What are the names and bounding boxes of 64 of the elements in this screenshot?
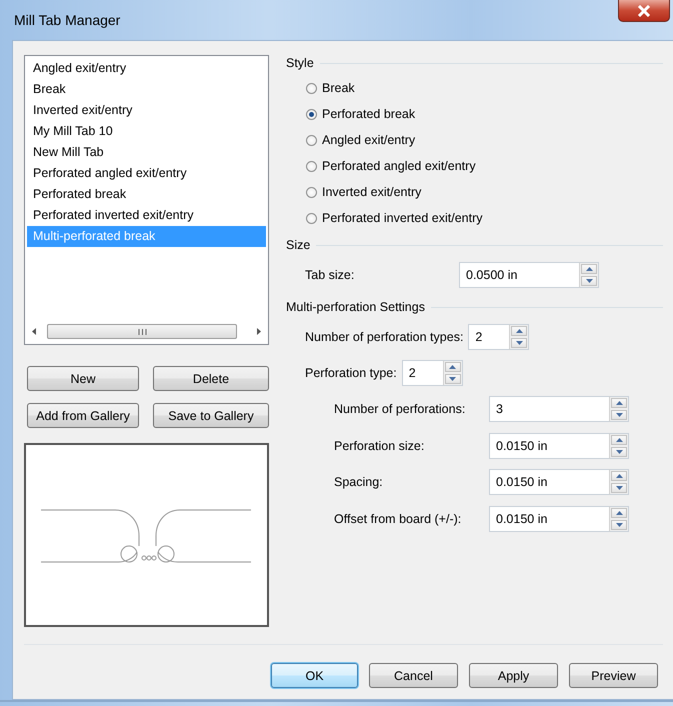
spin-down-icon[interactable] — [616, 522, 622, 527]
radio-icon[interactable] — [306, 82, 317, 94]
group-heading: Size — [286, 238, 310, 252]
spin-down-icon[interactable] — [449, 377, 456, 381]
spin-up-icon[interactable] — [616, 438, 622, 442]
list-button[interactable]: Delete — [153, 366, 269, 391]
radio-icon[interactable] — [306, 212, 317, 224]
close-icon — [637, 4, 651, 16]
window-title: Mill Tab Manager — [14, 12, 120, 28]
spin-field[interactable]: 0.0150 in — [489, 506, 609, 532]
style-option[interactable]: Inverted exit/entry — [306, 179, 663, 205]
style-option[interactable]: Perforated inverted exit/entry — [306, 205, 663, 231]
group-heading: Style — [286, 56, 314, 70]
spin-up-icon[interactable] — [449, 365, 456, 369]
spin-down-icon[interactable] — [616, 486, 622, 490]
field-label: Perforation type: — [305, 366, 397, 380]
style-option[interactable]: Perforated angled exit/entry — [306, 153, 663, 179]
list-item[interactable]: Angled exit/entry — [27, 58, 266, 79]
spin-field[interactable]: 3 — [489, 396, 609, 422]
list-item[interactable]: Inverted exit/entry — [27, 100, 266, 121]
radio-icon[interactable] — [306, 186, 317, 198]
spin-up-icon[interactable] — [616, 474, 622, 478]
list-item[interactable]: New Mill Tab — [27, 142, 266, 163]
field-label: Spacing: — [334, 475, 384, 490]
spin-field[interactable]: 2 — [468, 324, 510, 350]
list-item[interactable]: Break — [27, 79, 266, 100]
style-option[interactable]: Perforated break — [306, 101, 663, 127]
spin-up-icon[interactable] — [516, 329, 523, 333]
field-label: Number of perforations: — [334, 402, 466, 416]
spin-field[interactable]: 0.0150 in — [489, 469, 609, 496]
spin-down-icon[interactable] — [616, 413, 622, 418]
spin-up-icon[interactable] — [586, 267, 592, 271]
list-button[interactable]: New — [27, 366, 139, 391]
field-label: Tab size: — [305, 268, 356, 282]
dialog-button[interactable]: Preview — [569, 663, 658, 688]
style-option[interactable]: Break — [306, 75, 663, 101]
grip-icon — [138, 328, 146, 334]
list-item[interactable]: Perforated angled exit/entry — [27, 163, 266, 184]
radio-icon[interactable] — [306, 108, 317, 120]
dialog-button[interactable]: OK — [271, 663, 358, 688]
close-button[interactable] — [618, 0, 670, 22]
dialog-button[interactable]: Apply — [469, 663, 558, 688]
dialog-button[interactable]: Cancel — [369, 663, 458, 688]
spin-down-icon[interactable] — [616, 450, 622, 454]
radio-icon[interactable] — [306, 160, 317, 172]
list-button[interactable]: Save to Gallery — [153, 403, 269, 428]
scrollbar-thumb[interactable] — [47, 324, 237, 339]
list-item[interactable]: Perforated break — [27, 184, 266, 205]
spin-field[interactable]: 2 — [402, 360, 443, 386]
spin-field[interactable]: 0.0500 in — [459, 262, 579, 288]
style-option[interactable]: Angled exit/entry — [306, 127, 663, 153]
list-item[interactable]: Perforated inverted exit/entry — [27, 205, 266, 226]
spin-field[interactable]: 0.0150 in — [489, 432, 609, 459]
list-item[interactable]: My Mill Tab 10 — [27, 121, 266, 142]
spin-up-icon[interactable] — [616, 510, 622, 515]
spin-down-icon[interactable] — [586, 279, 592, 283]
list-button[interactable]: Add from Gallery — [27, 403, 139, 428]
field-label: Offset from board (+/-): — [334, 512, 462, 526]
group-heading: Multi-perforation Settings — [286, 300, 425, 314]
field-label: Perforation size: — [334, 438, 426, 453]
spin-up-icon[interactable] — [616, 401, 622, 406]
spin-down-icon[interactable] — [516, 341, 523, 345]
field-label: Number of perforation types: — [305, 330, 464, 344]
radio-icon[interactable] — [306, 134, 317, 146]
